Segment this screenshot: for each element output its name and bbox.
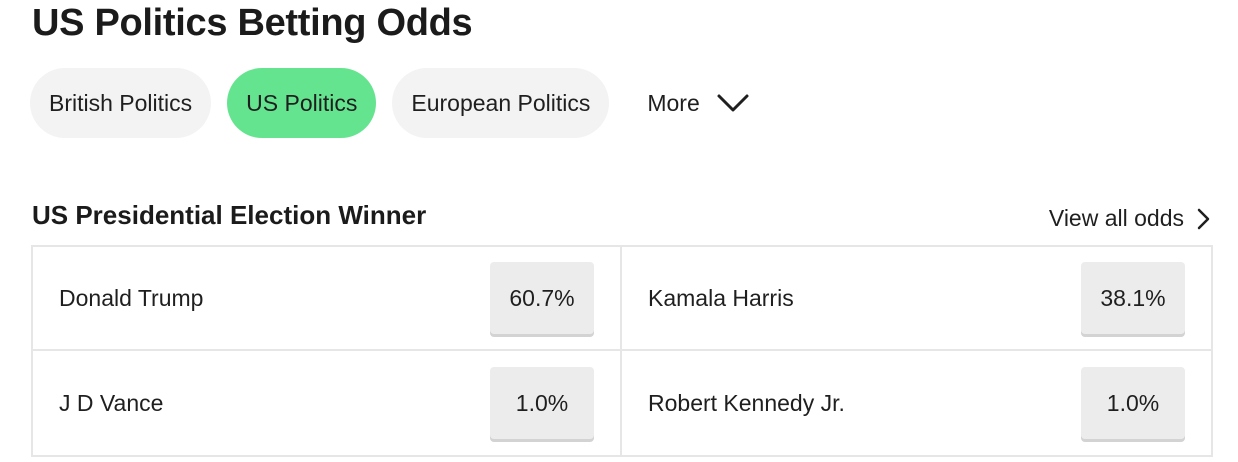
runner-cell: Kamala Harris 38.1% <box>622 247 1211 351</box>
runner-name: Robert Kennedy Jr. <box>648 389 845 416</box>
more-dropdown[interactable]: More <box>647 90 749 117</box>
tab-european-politics[interactable]: European Politics <box>392 68 610 138</box>
odds-button[interactable]: 38.1% <box>1081 262 1185 334</box>
odds-grid: Donald Trump 60.7% Kamala Harris 38.1% J… <box>31 245 1213 457</box>
runner-cell: J D Vance 1.0% <box>33 351 622 455</box>
view-all-label: View all odds <box>1048 205 1184 231</box>
odds-button[interactable]: 1.0% <box>490 367 594 439</box>
tab-us-politics[interactable]: US Politics <box>227 68 377 138</box>
page-title: US Politics Betting Odds <box>32 2 473 44</box>
view-all-odds-link[interactable]: View all odds <box>1049 205 1210 232</box>
tab-british-politics[interactable]: British Politics <box>30 68 212 138</box>
runner-name: J D Vance <box>59 389 164 416</box>
chevron-right-icon <box>1197 208 1210 229</box>
category-tabs: British Politics US Politics European Po… <box>30 68 750 138</box>
chevron-down-icon <box>717 94 749 112</box>
runner-name: Kamala Harris <box>648 284 794 311</box>
more-label: More <box>647 89 700 116</box>
market-title: US Presidential Election Winner <box>32 200 427 230</box>
odds-button[interactable]: 1.0% <box>1081 367 1185 439</box>
runner-cell: Robert Kennedy Jr. 1.0% <box>622 351 1211 455</box>
odds-button[interactable]: 60.7% <box>490 262 594 334</box>
runner-cell: Donald Trump 60.7% <box>33 247 622 351</box>
runner-name: Donald Trump <box>59 284 204 311</box>
